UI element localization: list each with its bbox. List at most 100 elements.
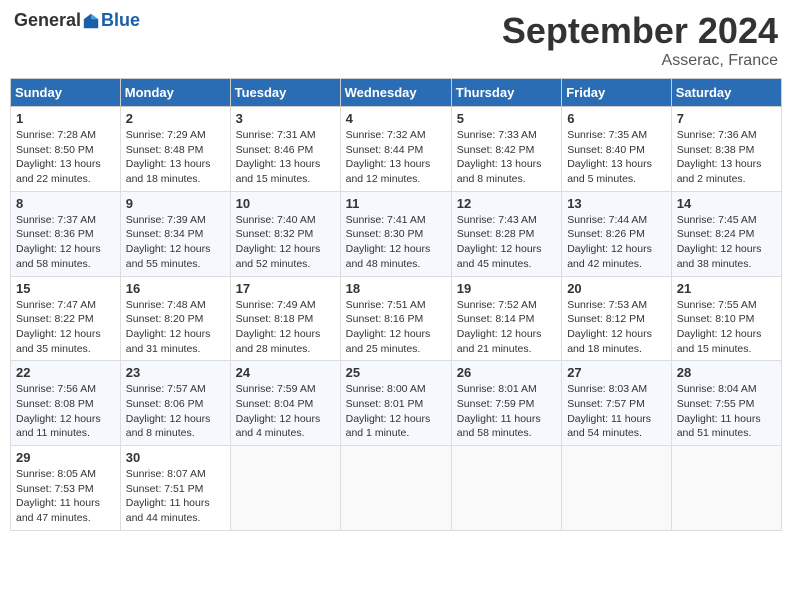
day-cell: 6 Sunrise: 7:35 AM Sunset: 8:40 PM Daylig… (562, 107, 672, 192)
day-cell: 2 Sunrise: 7:29 AM Sunset: 8:48 PM Daylig… (120, 107, 230, 192)
day-cell: 13 Sunrise: 7:44 AM Sunset: 8:26 PM Dayli… (562, 191, 672, 276)
week-row-3: 15Sunrise: 7:47 AM Sunset: 8:22 PM Dayli… (11, 276, 782, 361)
day-info: Sunrise: 7:32 AM Sunset: 8:44 PM Dayligh… (346, 128, 446, 187)
day-number: 11 (346, 196, 446, 211)
day-info: Sunrise: 8:04 AM Sunset: 7:55 PM Dayligh… (677, 382, 776, 441)
day-info: Sunrise: 7:35 AM Sunset: 8:40 PM Dayligh… (567, 128, 666, 187)
day-info: Sunrise: 7:53 AM Sunset: 8:12 PM Dayligh… (567, 298, 666, 357)
day-number: 26 (457, 365, 556, 380)
week-row-4: 22 Sunrise: 7:56 AM Sunset: 8:08 PM Dayli… (11, 361, 782, 446)
day-cell: 8 Sunrise: 7:37 AM Sunset: 8:36 PM Daylig… (11, 191, 121, 276)
day-number: 8 (16, 196, 115, 211)
weekday-header-friday: Friday (562, 79, 672, 107)
day-info: Sunrise: 7:51 AM Sunset: 8:16 PM Dayligh… (346, 298, 446, 357)
day-number: 9 (126, 196, 225, 211)
day-cell: 29Sunrise: 8:05 AM Sunset: 7:53 PM Dayli… (11, 446, 121, 531)
week-row-5: 29Sunrise: 8:05 AM Sunset: 7:53 PM Dayli… (11, 446, 782, 531)
day-info: Sunrise: 8:07 AM Sunset: 7:51 PM Dayligh… (126, 467, 225, 526)
day-info: Sunrise: 7:52 AM Sunset: 8:14 PM Dayligh… (457, 298, 556, 357)
day-info: Sunrise: 7:31 AM Sunset: 8:46 PM Dayligh… (236, 128, 335, 187)
day-cell: 12 Sunrise: 7:43 AM Sunset: 8:28 PM Dayli… (451, 191, 561, 276)
day-info: Sunrise: 7:28 AM Sunset: 8:50 PM Dayligh… (16, 128, 115, 187)
day-info: Sunrise: 7:43 AM Sunset: 8:28 PM Dayligh… (457, 213, 556, 272)
day-number: 4 (346, 111, 446, 126)
day-number: 25 (346, 365, 446, 380)
day-number: 1 (16, 111, 115, 126)
day-number: 2 (126, 111, 225, 126)
day-number: 20 (567, 281, 666, 296)
month-year: September 2024 (502, 10, 778, 52)
day-cell: 14 Sunrise: 7:45 AM Sunset: 8:24 PM Dayli… (671, 191, 781, 276)
day-number: 7 (677, 111, 776, 126)
day-number: 29 (16, 450, 115, 465)
day-cell (230, 446, 340, 531)
day-number: 14 (677, 196, 776, 211)
calendar: SundayMondayTuesdayWednesdayThursdayFrid… (10, 78, 782, 531)
day-info: Sunrise: 7:59 AM Sunset: 8:04 PM Dayligh… (236, 382, 335, 441)
day-number: 17 (236, 281, 335, 296)
day-info: Sunrise: 7:39 AM Sunset: 8:34 PM Dayligh… (126, 213, 225, 272)
day-number: 18 (346, 281, 446, 296)
day-info: Sunrise: 7:44 AM Sunset: 8:26 PM Dayligh… (567, 213, 666, 272)
weekday-header-thursday: Thursday (451, 79, 561, 107)
day-cell: 22 Sunrise: 7:56 AM Sunset: 8:08 PM Dayli… (11, 361, 121, 446)
day-cell: 27Sunrise: 8:03 AM Sunset: 7:57 PM Dayli… (562, 361, 672, 446)
day-number: 16 (126, 281, 225, 296)
week-row-2: 8 Sunrise: 7:37 AM Sunset: 8:36 PM Daylig… (11, 191, 782, 276)
day-info: Sunrise: 7:33 AM Sunset: 8:42 PM Dayligh… (457, 128, 556, 187)
day-info: Sunrise: 7:57 AM Sunset: 8:06 PM Dayligh… (126, 382, 225, 441)
logo: General Blue (14, 10, 140, 31)
day-number: 30 (126, 450, 225, 465)
day-info: Sunrise: 7:47 AM Sunset: 8:22 PM Dayligh… (16, 298, 115, 357)
day-cell: 30 Sunrise: 8:07 AM Sunset: 7:51 PM Dayli… (120, 446, 230, 531)
day-number: 19 (457, 281, 556, 296)
weekday-header-wednesday: Wednesday (340, 79, 451, 107)
day-info: Sunrise: 7:55 AM Sunset: 8:10 PM Dayligh… (677, 298, 776, 357)
day-info: Sunrise: 8:01 AM Sunset: 7:59 PM Dayligh… (457, 382, 556, 441)
weekday-header-saturday: Saturday (671, 79, 781, 107)
day-cell: 23Sunrise: 7:57 AM Sunset: 8:06 PM Dayli… (120, 361, 230, 446)
day-cell: 7 Sunrise: 7:36 AM Sunset: 8:38 PM Daylig… (671, 107, 781, 192)
day-number: 5 (457, 111, 556, 126)
logo-icon (82, 12, 100, 30)
day-cell: 19 Sunrise: 7:52 AM Sunset: 8:14 PM Dayli… (451, 276, 561, 361)
day-info: Sunrise: 7:40 AM Sunset: 8:32 PM Dayligh… (236, 213, 335, 272)
week-row-1: 1 Sunrise: 7:28 AM Sunset: 8:50 PM Daylig… (11, 107, 782, 192)
header: General Blue September 2024 Asserac, Fra… (10, 10, 782, 70)
day-info: Sunrise: 8:00 AM Sunset: 8:01 PM Dayligh… (346, 382, 446, 441)
weekday-header-row: SundayMondayTuesdayWednesdayThursdayFrid… (11, 79, 782, 107)
day-info: Sunrise: 7:36 AM Sunset: 8:38 PM Dayligh… (677, 128, 776, 187)
day-info: Sunrise: 7:56 AM Sunset: 8:08 PM Dayligh… (16, 382, 115, 441)
day-number: 6 (567, 111, 666, 126)
logo-blue-text: Blue (101, 10, 140, 31)
day-info: Sunrise: 7:29 AM Sunset: 8:48 PM Dayligh… (126, 128, 225, 187)
month-title: September 2024 Asserac, France (502, 10, 778, 70)
day-cell: 1 Sunrise: 7:28 AM Sunset: 8:50 PM Daylig… (11, 107, 121, 192)
day-cell: 28Sunrise: 8:04 AM Sunset: 7:55 PM Dayli… (671, 361, 781, 446)
day-number: 22 (16, 365, 115, 380)
day-info: Sunrise: 7:48 AM Sunset: 8:20 PM Dayligh… (126, 298, 225, 357)
day-info: Sunrise: 7:45 AM Sunset: 8:24 PM Dayligh… (677, 213, 776, 272)
day-number: 12 (457, 196, 556, 211)
day-cell: 21Sunrise: 7:55 AM Sunset: 8:10 PM Dayli… (671, 276, 781, 361)
day-number: 10 (236, 196, 335, 211)
day-info: Sunrise: 7:41 AM Sunset: 8:30 PM Dayligh… (346, 213, 446, 272)
weekday-header-tuesday: Tuesday (230, 79, 340, 107)
day-number: 13 (567, 196, 666, 211)
day-info: Sunrise: 7:37 AM Sunset: 8:36 PM Dayligh… (16, 213, 115, 272)
day-cell: 17 Sunrise: 7:49 AM Sunset: 8:18 PM Dayli… (230, 276, 340, 361)
day-cell: 25 Sunrise: 8:00 AM Sunset: 8:01 PM Dayli… (340, 361, 451, 446)
day-cell: 10 Sunrise: 7:40 AM Sunset: 8:32 PM Dayli… (230, 191, 340, 276)
day-cell: 26 Sunrise: 8:01 AM Sunset: 7:59 PM Dayli… (451, 361, 561, 446)
day-info: Sunrise: 7:49 AM Sunset: 8:18 PM Dayligh… (236, 298, 335, 357)
location: Asserac, France (502, 52, 778, 70)
day-cell: 3Sunrise: 7:31 AM Sunset: 8:46 PM Daylig… (230, 107, 340, 192)
day-info: Sunrise: 8:03 AM Sunset: 7:57 PM Dayligh… (567, 382, 666, 441)
day-cell: 9 Sunrise: 7:39 AM Sunset: 8:34 PM Daylig… (120, 191, 230, 276)
day-cell: 11 Sunrise: 7:41 AM Sunset: 8:30 PM Dayli… (340, 191, 451, 276)
day-cell: 16 Sunrise: 7:48 AM Sunset: 8:20 PM Dayli… (120, 276, 230, 361)
day-cell: 15Sunrise: 7:47 AM Sunset: 8:22 PM Dayli… (11, 276, 121, 361)
day-cell: 4 Sunrise: 7:32 AM Sunset: 8:44 PM Daylig… (340, 107, 451, 192)
weekday-header-monday: Monday (120, 79, 230, 107)
weekday-header-sunday: Sunday (11, 79, 121, 107)
